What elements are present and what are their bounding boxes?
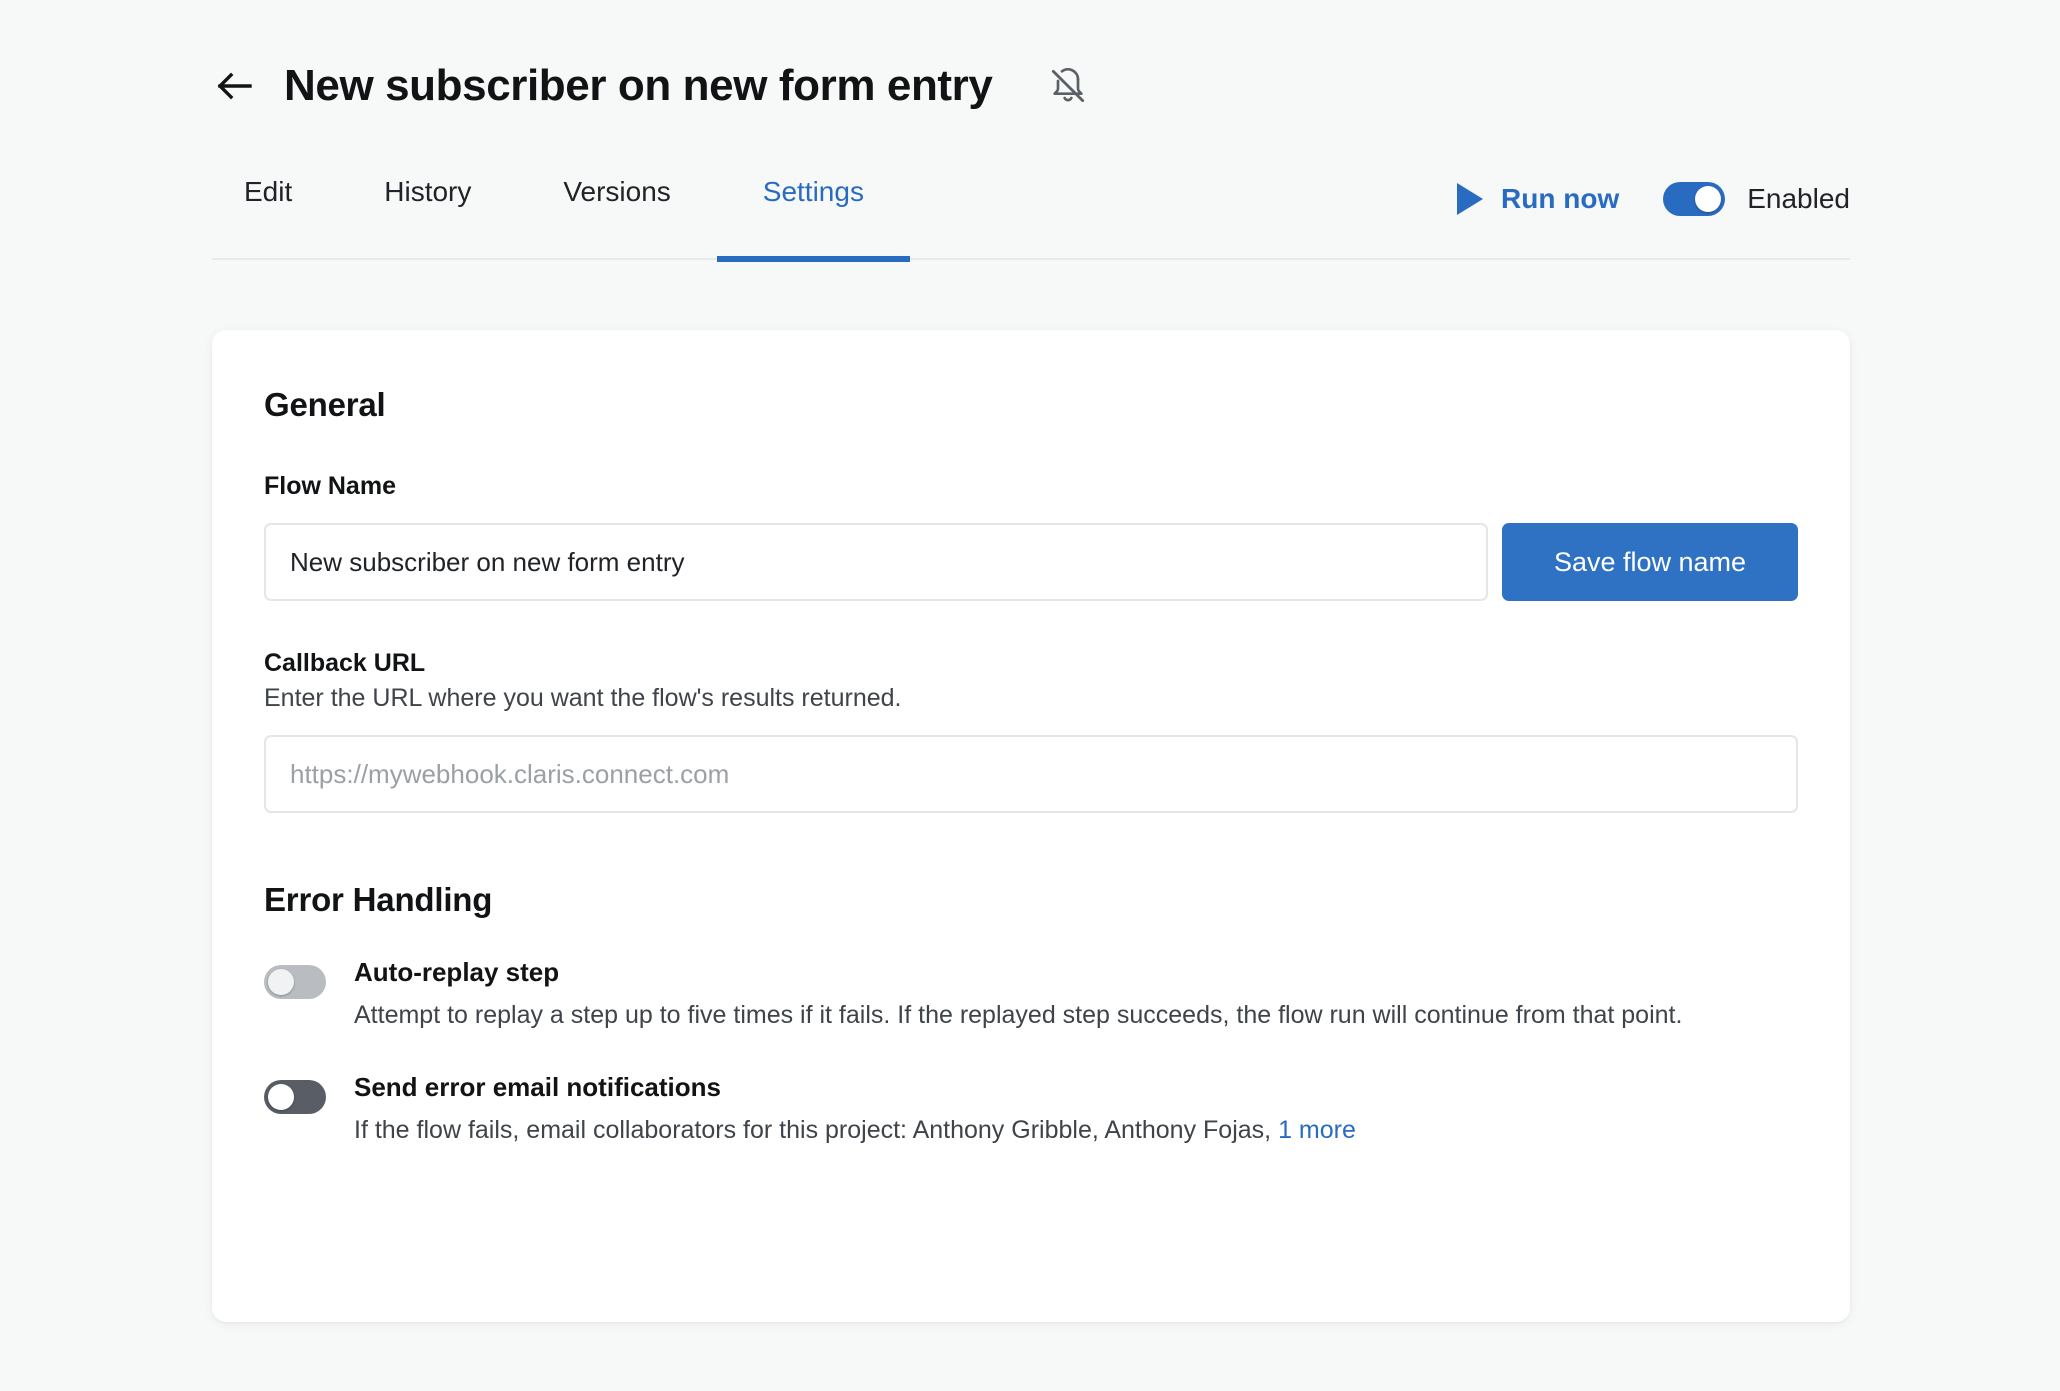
settings-card: General Flow Name Save flow name Callbac… xyxy=(212,330,1850,1322)
auto-replay-step-label: Auto-replay step xyxy=(354,957,560,987)
auto-replay-step-item: Auto-replay step Attempt to replay a ste… xyxy=(264,957,1798,1034)
tab-label: History xyxy=(384,176,472,207)
save-flow-name-button[interactable]: Save flow name xyxy=(1502,523,1798,601)
tab-label: Versions xyxy=(563,176,671,207)
tab-history[interactable]: History xyxy=(338,168,517,260)
bell-off-icon[interactable] xyxy=(1046,64,1090,108)
auto-replay-step-toggle[interactable] xyxy=(264,965,326,999)
back-arrow-icon[interactable] xyxy=(212,64,256,108)
toggle-knob xyxy=(1695,186,1722,212)
tab-label: Settings xyxy=(762,176,864,207)
send-error-email-body: Send error email notifications If the fl… xyxy=(354,1072,1356,1149)
send-error-email-description-text: If the flow fails, email collaborators f… xyxy=(354,1115,1272,1144)
flow-name-row: Save flow name xyxy=(264,523,1798,601)
toggle-knob xyxy=(268,969,294,995)
general-section-title: General xyxy=(264,386,386,423)
tab-label: Edit xyxy=(244,176,293,207)
send-error-email-item: Send error email notifications If the fl… xyxy=(264,1072,1798,1149)
auto-replay-step-description: Attempt to replay a step up to five time… xyxy=(354,1001,1683,1030)
send-error-email-description: If the flow fails, email collaborators f… xyxy=(354,1113,1356,1149)
toggle-knob xyxy=(268,1083,294,1110)
settings-page: New subscriber on new form entry Edit Hi… xyxy=(0,0,2060,1391)
callback-url-label: Callback URL xyxy=(264,649,426,677)
auto-replay-step-body: Auto-replay step Attempt to replay a ste… xyxy=(354,957,1682,1034)
tabs: Edit History Versions Settings xyxy=(212,168,911,262)
callback-url-row xyxy=(264,735,1798,813)
flow-name-input[interactable] xyxy=(264,523,1488,601)
tab-edit[interactable]: Edit xyxy=(212,168,338,260)
error-handling-section-title: Error Handling xyxy=(264,881,493,918)
flow-name-label: Flow Name xyxy=(264,472,396,500)
callback-url-help: Enter the URL where you want the flow's … xyxy=(264,684,902,712)
run-now-label: Run now xyxy=(1501,183,1620,214)
header-actions: Run now Enabled xyxy=(1457,182,1850,216)
play-icon xyxy=(1457,183,1484,215)
enabled-label: Enabled xyxy=(1747,183,1850,214)
tab-settings[interactable]: Settings xyxy=(716,168,911,262)
tab-versions[interactable]: Versions xyxy=(517,168,716,260)
send-error-email-toggle[interactable] xyxy=(264,1079,326,1114)
run-now-button[interactable]: Run now xyxy=(1457,183,1619,215)
callback-url-input[interactable] xyxy=(264,735,1798,813)
collaborators-more-link[interactable]: 1 more xyxy=(1278,1116,1356,1144)
page-title: New subscriber on new form entry xyxy=(284,61,993,110)
page-header: New subscriber on new form entry xyxy=(212,61,1090,110)
enabled-toggle-group: Enabled xyxy=(1663,182,1850,216)
enabled-toggle[interactable] xyxy=(1663,182,1726,216)
send-error-email-label: Send error email notifications xyxy=(354,1071,721,1102)
